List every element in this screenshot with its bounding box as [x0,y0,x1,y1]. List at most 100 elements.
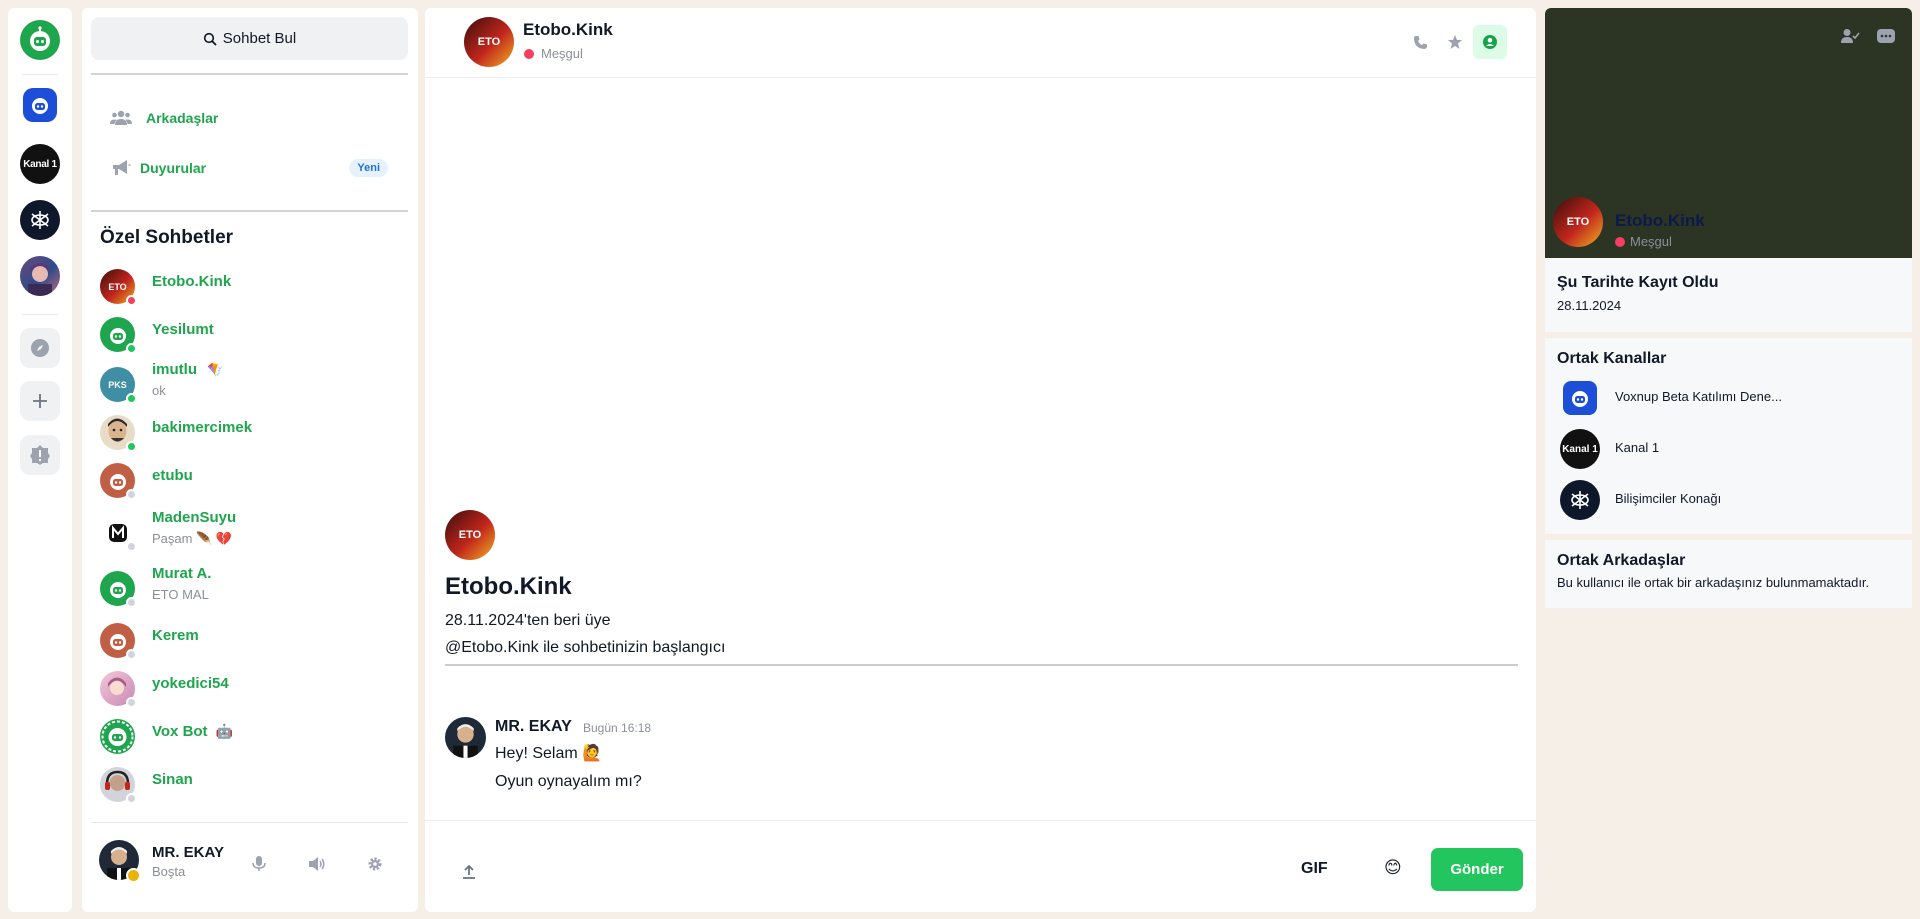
dm-item-yesilumt[interactable]: Yesilumt [82,311,418,359]
server-bilisimciler[interactable] [20,200,60,240]
add-friend-button[interactable] [1838,26,1862,46]
nav-announcements[interactable]: Duyurular Yeni [91,148,408,188]
compass-icon [31,339,49,357]
find-chat-label: Sohbet Bul [222,30,297,47]
dm-item-etobo[interactable]: ETO Etobo.Kink [82,263,418,311]
profile-username: Etobo.Kink [1615,211,1705,230]
dm-name: Vox Bot 🤖 [152,723,233,740]
call-button[interactable] [1403,25,1437,59]
report-button[interactable] [20,435,60,475]
home-logo-button[interactable] [20,20,60,60]
channel-name: Voxnup Beta Katılımı Dene... [1615,389,1782,404]
message-author-avatar[interactable] [445,717,486,758]
divider [425,820,1536,821]
online-status-dot [126,343,137,354]
mutual-friends-heading: Ortak Arkadaşlar [1557,552,1686,569]
send-button[interactable]: Gönder [1431,848,1523,891]
add-server-button[interactable] [20,381,60,421]
speaker-button[interactable] [304,851,330,877]
offline-status-dot [126,597,137,608]
message-author[interactable]: MR. EKAY [495,718,572,736]
rail-separator [22,314,58,315]
profile-banner: ETO Etobo.Kink Meşgul [1545,8,1912,258]
alert-badge-icon [30,445,50,465]
nav-friends[interactable]: Arkadaşlar [91,98,408,138]
kanal-server-icon: Kanal 1 [1560,429,1600,469]
mutual-friends-card: Ortak Arkadaşlar Bu kullanıcı ile ortak … [1545,540,1912,608]
favorite-button[interactable] [1438,25,1472,59]
avatar-text: PKS [108,379,127,390]
robot-logo-icon [30,26,50,51]
dm-item-bakimercimek[interactable]: bakimercimek [82,409,418,457]
chat-user-avatar[interactable]: ETO [464,17,514,67]
more-icon [1877,29,1895,43]
offline-status-dot [126,793,137,804]
message-text: Hey! Selam 🙋 [495,745,603,762]
robot-server-icon [1563,381,1597,415]
dm-name: imutlu 🪁 [152,361,223,378]
chat-header: ETO Etobo.Kink Meşgul [425,8,1536,78]
emoji-button[interactable]: 😊 [1384,858,1402,878]
dm-item-kerem[interactable]: Kerem [82,617,418,665]
dm-name: Kerem [152,627,199,644]
robot-server-icon [32,98,48,114]
phone-icon [1413,35,1427,49]
mutual-channel-item[interactable]: Voxnup Beta Katılımı Dene... [1560,376,1900,420]
upload-icon [463,864,475,879]
dm-list: ETO Etobo.Kink Yesilumt PKS imutlu 🪁 ok [82,263,418,809]
channel-name: Kanal 1 [1615,440,1660,455]
dm-name: Yesilumt [152,321,214,338]
offline-status-dot [126,541,137,552]
sidebar: Sohbet Bul Arkadaşlar Duyurular Yeni Öze… [82,8,418,912]
divider [91,73,408,75]
dm-name-text: Vox Bot [152,723,208,740]
profile-toggle-button[interactable] [1473,25,1507,59]
robot-gear-avatar-icon [100,719,135,754]
dm-name: Etobo.Kink [152,273,232,290]
busy-status-dot [126,295,137,306]
dm-item-sinan[interactable]: Sinan [82,761,418,809]
dm-item-madensuyu[interactable]: MadenSuyu Paşam 🪶 💔 [82,505,418,561]
microphone-button[interactable] [246,851,272,877]
dm-item-murat[interactable]: Murat A. ETO MAL [82,561,418,617]
registered-heading: Şu Tarihte Kayıt Oldu [1557,274,1719,291]
settings-button[interactable] [362,851,388,877]
offline-status-dot [126,489,137,500]
idle-status-dot [126,868,141,883]
dm-name: MadenSuyu [152,509,237,526]
dm-status-text: ETO MAL [152,587,209,602]
divider [91,822,408,823]
gif-button[interactable]: GIF [1295,856,1334,882]
anime-avatar-icon [28,263,52,296]
dm-item-imutlu[interactable]: PKS imutlu 🪁 ok [82,359,418,409]
dm-name: Murat A. [152,565,212,582]
gear-icon [368,857,382,871]
find-chat-button[interactable]: Sohbet Bul [91,17,408,60]
dm-name: yokedici54 [152,675,229,692]
dm-item-voxbot[interactable]: Vox Bot 🤖 [82,713,418,761]
mutual-channel-item[interactable]: Bilişimciler Konağı [1560,478,1900,522]
channel-name: Bilişimciler Konağı [1615,491,1722,506]
chat-panel: ETO Etobo.Kink Meşgul ETO Etobo.Kink 28.… [425,8,1536,912]
custom-emoji: 🪁 [207,362,224,377]
server-user-avatar[interactable] [20,256,60,296]
users-icon [109,108,133,128]
dm-status-text: ok [152,383,166,398]
rail-separator [22,74,58,75]
dm-item-etubu[interactable]: etubu [82,457,418,505]
my-username: MR. EKAY [152,844,224,861]
dm-name: bakimercimek [152,419,253,436]
bee-logo-icon [31,211,49,229]
more-options-button[interactable] [1874,26,1898,46]
explore-button[interactable] [20,328,60,368]
server-kanal-1[interactable]: Kanal 1 [20,144,60,184]
server-voxnup-beta[interactable] [23,88,57,122]
profile-avatar: ETO [1553,197,1603,247]
message-text: Oyun oynayalım mı? [495,773,642,790]
offline-status-dot [126,649,137,660]
mutual-channels-heading: Ortak Kanallar [1557,350,1667,367]
mutual-channel-item[interactable]: Kanal 1 Kanal 1 [1560,427,1900,471]
chat-user-status: Meşgul [541,46,583,61]
dm-item-yokedici54[interactable]: yokedici54 [82,665,418,713]
upload-button[interactable] [457,860,481,884]
